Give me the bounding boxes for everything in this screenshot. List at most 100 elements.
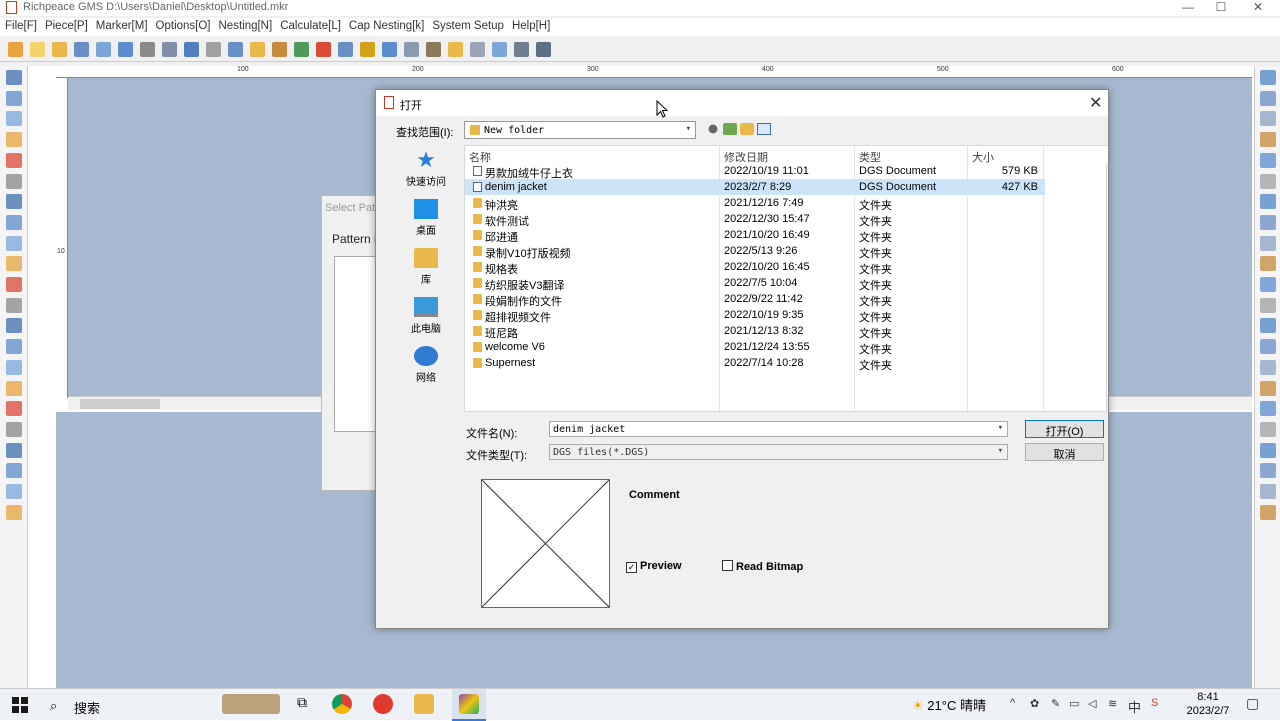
menu-marker[interactable]: Marker[M] xyxy=(91,18,151,32)
toolbar-tool-icon[interactable] xyxy=(162,42,177,57)
tool-icon[interactable] xyxy=(6,132,22,148)
cancel-button[interactable]: 取消 xyxy=(1025,443,1104,461)
view-menu-icon[interactable] xyxy=(757,123,771,135)
checkbox-icon[interactable] xyxy=(722,560,733,571)
tool-icon[interactable] xyxy=(6,235,22,251)
pattern-list[interactable] xyxy=(334,256,380,432)
tool-icon[interactable] xyxy=(6,421,22,437)
task-view-icon[interactable]: ⧉ xyxy=(292,694,312,714)
tool-icon[interactable] xyxy=(1260,132,1276,148)
tool-icon[interactable] xyxy=(6,256,22,272)
volume-icon[interactable]: ◁ xyxy=(1088,697,1096,710)
app-red-icon[interactable] xyxy=(373,694,393,714)
tool-icon[interactable] xyxy=(1260,111,1276,127)
tray-pen-icon[interactable]: ✎ xyxy=(1051,697,1060,710)
toolbar-tool-icon[interactable] xyxy=(470,42,485,57)
tool-icon[interactable] xyxy=(1260,484,1276,499)
toolbar-tool-icon[interactable] xyxy=(272,42,287,57)
menu-options[interactable]: Options[O] xyxy=(151,18,214,32)
menu-cap-nesting[interactable]: Cap Nesting[k] xyxy=(344,18,427,32)
file-row[interactable]: 段娟制作的文件 2022/9/22 11:42 文件夹 xyxy=(465,291,1045,308)
taskbar-clock[interactable]: 8:41 2023/2/7 xyxy=(1183,690,1233,718)
place-network[interactable]: 网络 xyxy=(388,346,464,384)
tool-icon[interactable] xyxy=(6,463,22,479)
tool-icon[interactable] xyxy=(1260,401,1276,417)
windows-start-icon[interactable] xyxy=(12,697,28,713)
close-button[interactable]: ✕ xyxy=(1240,0,1276,16)
tool-icon[interactable] xyxy=(1260,504,1276,520)
tool-icon[interactable] xyxy=(1260,152,1276,168)
menu-system-setup[interactable]: System Setup xyxy=(427,18,507,32)
tool-icon[interactable] xyxy=(1260,463,1276,479)
preview-checkbox[interactable]: ✓ Preview xyxy=(626,560,682,573)
toolbar-tool-icon[interactable] xyxy=(96,42,111,57)
file-row[interactable]: 邱进通 2021/10/20 16:49 文件夹 xyxy=(465,227,1045,244)
toolbar-tool-icon[interactable] xyxy=(338,42,353,57)
menu-piece[interactable]: Piece[P] xyxy=(40,18,91,32)
tool-icon[interactable] xyxy=(1260,359,1276,375)
file-row[interactable]: 规格表 2022/10/20 16:45 文件夹 xyxy=(465,259,1045,276)
file-row[interactable]: 软件测试 2022/12/30 15:47 文件夹 xyxy=(465,211,1045,228)
filename-input[interactable]: denim jacket ▾ xyxy=(549,421,1008,437)
tool-icon[interactable] xyxy=(6,111,22,127)
maximize-button[interactable]: ☐ xyxy=(1203,0,1239,16)
file-row[interactable]: 纺织服装V3翻译 2022/7/5 10:04 文件夹 xyxy=(465,275,1045,292)
place-quick-access[interactable]: ★ 快速访问 xyxy=(388,149,464,189)
tool-icon[interactable] xyxy=(1260,214,1276,230)
tool-icon[interactable] xyxy=(6,277,22,292)
tool-icon[interactable] xyxy=(6,401,22,417)
file-row[interactable]: 班尼路 2021/12/13 8:32 文件夹 xyxy=(465,323,1045,340)
tool-icon[interactable] xyxy=(6,359,22,375)
filetype-select[interactable]: DGS files(*.DGS) ▾ xyxy=(549,444,1008,460)
file-explorer-icon[interactable] xyxy=(414,694,434,714)
tool-icon[interactable] xyxy=(6,318,22,334)
toolbar-tool-icon[interactable] xyxy=(536,42,551,57)
active-app-slot[interactable] xyxy=(452,689,486,721)
file-row[interactable]: 男款加绒牛仔上衣 2022/10/19 11:01 DGS Document 579 … xyxy=(465,163,1045,180)
toolbar-tool-icon[interactable] xyxy=(52,42,67,57)
tool-icon[interactable] xyxy=(1260,194,1276,210)
toolbar-tool-icon[interactable] xyxy=(184,42,199,57)
tool-icon[interactable] xyxy=(6,173,22,189)
back-icon[interactable] xyxy=(706,123,720,135)
file-row[interactable]: welcome V6 2021/12/24 13:55 文件夹 xyxy=(465,339,1045,356)
toolbar-tool-icon[interactable] xyxy=(316,42,331,57)
place-this-pc[interactable]: 此电脑 xyxy=(388,297,464,335)
look-in-select[interactable]: New folder ▾ xyxy=(464,121,696,139)
tool-icon[interactable] xyxy=(6,214,22,230)
menu-calculate[interactable]: Calculate[L] xyxy=(275,18,344,32)
tool-icon[interactable] xyxy=(1260,339,1276,355)
wifi-icon[interactable]: ≋ xyxy=(1108,697,1117,710)
tool-icon[interactable] xyxy=(6,152,22,168)
tool-icon[interactable] xyxy=(6,297,22,313)
toolbar-tool-icon[interactable] xyxy=(250,42,265,57)
toolbar-tool-icon[interactable] xyxy=(74,42,89,57)
toolbar-tool-icon[interactable] xyxy=(492,42,507,57)
minimize-button[interactable]: — xyxy=(1170,0,1206,16)
tray-chevron-icon[interactable]: ^ xyxy=(1010,697,1015,709)
file-row[interactable]: 超排视频文件 2022/10/19 9:35 文件夹 xyxy=(465,307,1045,324)
file-row[interactable]: denim jacket 2023/2/7 8:29 DGS Document 427… xyxy=(465,179,1045,195)
tool-icon[interactable] xyxy=(1260,421,1276,437)
checkbox-icon[interactable]: ✓ xyxy=(626,562,637,573)
input-method-icon[interactable]: S xyxy=(1151,697,1158,709)
file-row[interactable]: Supernest 2022/7/14 10:28 文件夹 xyxy=(465,355,1045,372)
tool-icon[interactable] xyxy=(1260,318,1276,334)
toolbar-tool-icon[interactable] xyxy=(294,42,309,57)
scrollbar-thumb[interactable] xyxy=(80,399,160,409)
toolbar-tool-icon[interactable] xyxy=(426,42,441,57)
toolbar-tool-icon[interactable] xyxy=(8,42,23,57)
tool-icon[interactable] xyxy=(1260,173,1276,189)
dialog-close-button[interactable]: ✕ xyxy=(1089,93,1102,113)
tool-icon[interactable] xyxy=(6,442,22,458)
file-row[interactable]: 钟洪亮 2021/12/16 7:49 文件夹 xyxy=(465,195,1045,212)
tool-icon[interactable] xyxy=(6,194,22,210)
toolbar-tool-icon[interactable] xyxy=(514,42,529,57)
notification-icon[interactable]: ▢ xyxy=(1246,695,1259,712)
toolbar-tool-icon[interactable] xyxy=(228,42,243,57)
toolbar-tool-icon[interactable] xyxy=(382,42,397,57)
ime-indicator[interactable]: 中 xyxy=(1128,697,1141,716)
tool-icon[interactable] xyxy=(6,484,22,499)
tool-icon[interactable] xyxy=(1260,297,1276,313)
tool-icon[interactable] xyxy=(1260,277,1276,292)
